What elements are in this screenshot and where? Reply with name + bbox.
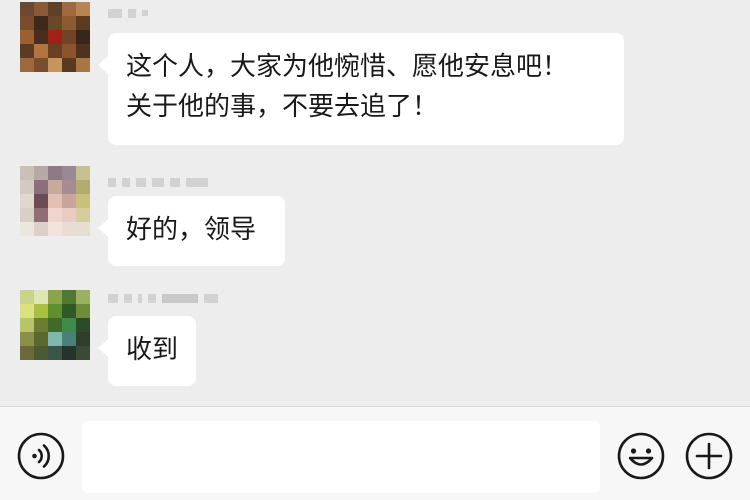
message-bubble-2[interactable]: 好的，领导 (98, 196, 285, 266)
avatar-sender-3[interactable] (20, 290, 90, 360)
message-input[interactable] (82, 421, 600, 493)
add-icon[interactable] (684, 431, 734, 481)
emoji-icon[interactable] (616, 431, 666, 481)
message-bubble-3[interactable]: 收到 (98, 316, 196, 386)
avatar-sender-2[interactable] (20, 166, 90, 236)
message-text-line: 好的，领导 (126, 215, 257, 245)
message-text-line: 这个人，大家为他惋惜、愿他安息吧！ (126, 52, 569, 82)
input-bar (0, 406, 750, 500)
sender-name-1 (108, 6, 148, 20)
chat-area: 这个人，大家为他惋惜、愿他安息吧！ 关于他的事，不要去追了！ 好的，领导 收到 (0, 0, 750, 406)
message-text-line: 收到 (126, 335, 179, 365)
message-text-line: 关于他的事，不要去追了！ (126, 92, 439, 122)
avatar-sender-1[interactable] (20, 2, 90, 72)
voice-icon[interactable] (16, 431, 66, 481)
sender-name-3 (108, 291, 218, 305)
message-bubble-1[interactable]: 这个人，大家为他惋惜、愿他安息吧！ 关于他的事，不要去追了！ (98, 33, 624, 145)
sender-name-2 (108, 175, 208, 189)
